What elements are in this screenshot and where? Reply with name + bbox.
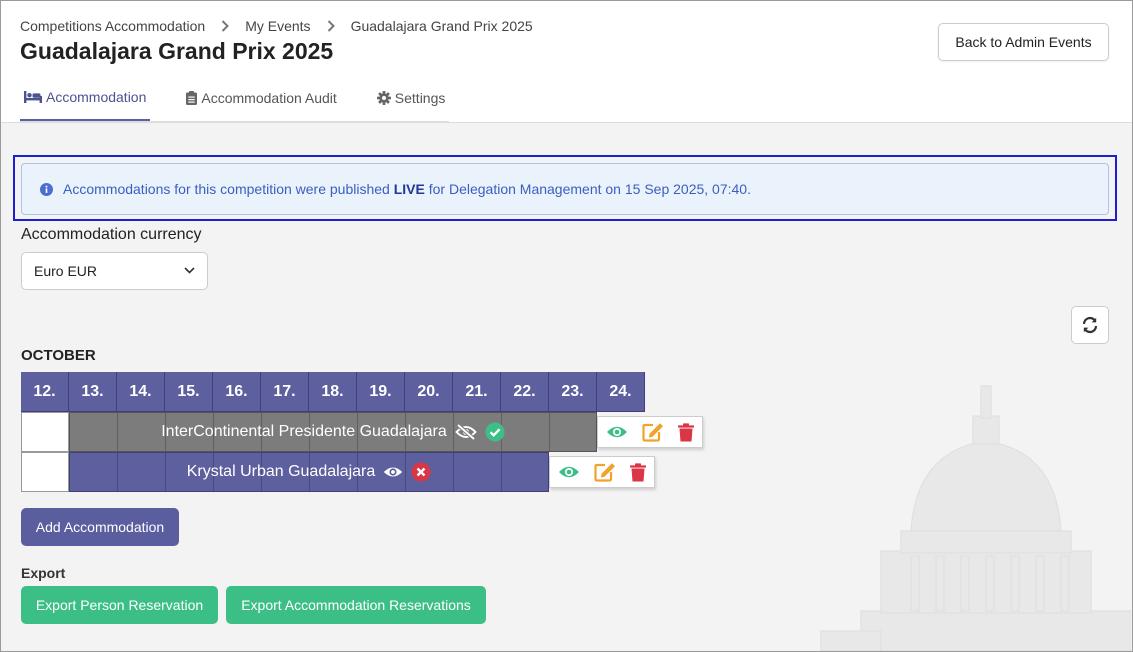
- add-accommodation-button[interactable]: Add Accommodation: [21, 508, 179, 546]
- back-to-admin-events-button[interactable]: Back to Admin Events: [938, 23, 1109, 61]
- clipboard-icon: [186, 91, 198, 105]
- export-person-reservation-button[interactable]: Export Person Reservation: [21, 586, 218, 624]
- calendar-empty-cell: [21, 452, 69, 492]
- tab-settings[interactable]: Settings: [373, 75, 450, 121]
- page-header: Competitions Accommodation My Events Gua…: [1, 1, 1132, 123]
- bed-icon: [24, 91, 42, 103]
- alert-suffix: for Delegation Management on 15 Sep 2025…: [424, 181, 751, 197]
- calendar-month: OCTOBER: [21, 347, 96, 364]
- refresh-icon: [1082, 316, 1098, 334]
- export-label: Export: [21, 565, 66, 581]
- view-eye-icon[interactable]: [606, 424, 628, 440]
- currency-label: Accommodation currency: [21, 226, 202, 243]
- gear-icon: [376, 91, 391, 105]
- chevron-down-icon: [184, 267, 195, 274]
- building-illustration: [820, 385, 1131, 651]
- app-frame: Competitions Accommodation My Events Gua…: [0, 0, 1133, 652]
- alert-live-highlight: LIVE: [393, 181, 425, 197]
- accommodation-bar[interactable]: InterContinental Presidente Guadalajara: [69, 412, 597, 452]
- refresh-button[interactable]: [1071, 306, 1109, 344]
- calendar-day: 20.: [405, 372, 453, 412]
- calendar-day: 18.: [309, 372, 357, 412]
- calendar-day: 19.: [357, 372, 405, 412]
- calendar-day: 15.: [165, 372, 213, 412]
- info-alert: Accommodations for this competition were…: [21, 163, 1109, 215]
- accommodation-actions: [549, 456, 655, 488]
- calendar-day: 17.: [261, 372, 309, 412]
- export-accommodation-reservations-button[interactable]: Export Accommodation Reservations: [226, 586, 486, 624]
- calendar-day: 21.: [453, 372, 501, 412]
- trash-icon[interactable]: [630, 462, 646, 482]
- accommodation-name: InterContinental Presidente Guadalajara: [161, 423, 447, 440]
- tab-accommodation-audit[interactable]: Accommodation Audit: [182, 75, 340, 121]
- edit-icon[interactable]: [594, 462, 616, 482]
- tab-accommodation[interactable]: Accommodation: [20, 75, 151, 121]
- calendar-day: 23.: [549, 372, 597, 412]
- view-eye-icon[interactable]: [558, 464, 580, 480]
- accommodation-name: Krystal Urban Guadalajara: [186, 463, 376, 480]
- check-circle-icon: [485, 422, 505, 442]
- tab-accommodation-label: Accommodation: [46, 89, 147, 105]
- breadcrumb-current: Guadalajara Grand Prix 2025: [350, 18, 533, 34]
- calendar-empty-cell: [21, 412, 69, 452]
- info-circle-icon: [40, 182, 53, 196]
- eye-slash-icon: [454, 424, 477, 440]
- chevron-right-icon: [221, 20, 230, 32]
- calendar-day: 14.: [117, 372, 165, 412]
- eye-icon: [384, 467, 403, 477]
- accommodation-bar[interactable]: Krystal Urban Guadalajara: [69, 452, 549, 492]
- chevron-right-icon: [327, 20, 335, 32]
- accommodation-actions: [597, 416, 703, 448]
- tab-audit-label: Accommodation Audit: [201, 90, 337, 106]
- x-circle-icon: [411, 462, 431, 482]
- breadcrumb: Competitions Accommodation My Events Gua…: [20, 18, 533, 34]
- tab-settings-label: Settings: [394, 90, 446, 106]
- currency-selected-value: Euro EUR: [34, 263, 98, 279]
- info-alert-focus: Accommodations for this competition were…: [13, 155, 1117, 221]
- calendar-day: 13.: [69, 372, 117, 412]
- breadcrumb-competitions[interactable]: Competitions Accommodation: [20, 18, 205, 34]
- edit-icon[interactable]: [642, 422, 664, 442]
- calendar-day: 16.: [213, 372, 261, 412]
- calendar-day: 22.: [501, 372, 549, 412]
- alert-prefix: Accommodations for this competition were…: [63, 181, 394, 197]
- trash-icon[interactable]: [678, 422, 694, 442]
- breadcrumb-my-events[interactable]: My Events: [245, 18, 310, 34]
- calendar-day: 12.: [21, 372, 69, 412]
- currency-select[interactable]: Euro EUR: [21, 252, 208, 290]
- tab-bar: Accommodation Accommodation Audit Settin…: [20, 75, 450, 122]
- page-title: Guadalajara Grand Prix 2025: [20, 38, 334, 64]
- calendar-day: 24.: [597, 372, 645, 412]
